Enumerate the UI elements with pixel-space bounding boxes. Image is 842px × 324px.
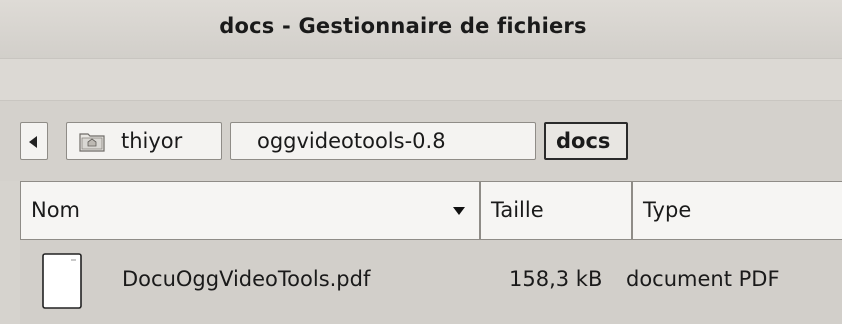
home-folder-icon [79, 133, 105, 152]
pdf-document-icon [42, 253, 82, 309]
file-manager-window: docs - Gestionnaire de fichiers thiyor o… [0, 0, 842, 324]
file-row[interactable]: DocuOggVideoTools.pdf 158,3 kB document … [20, 240, 842, 324]
column-header-name-label: Nom [31, 198, 81, 222]
column-header-name[interactable]: Nom [20, 181, 480, 240]
file-size: 158,3 kB [509, 267, 603, 291]
file-name: DocuOggVideoTools.pdf [122, 267, 371, 291]
scroll-left-button[interactable] [20, 122, 48, 160]
breadcrumb-docs-label: docs [556, 129, 611, 153]
breadcrumb-home-label: thiyor [121, 129, 183, 153]
column-header-row: Nom Taille Type [20, 181, 842, 240]
column-header-type[interactable]: Type [632, 181, 842, 240]
column-header-size-label: Taille [491, 198, 544, 222]
menu-bar [0, 59, 842, 101]
title-bar[interactable]: docs - Gestionnaire de fichiers [0, 0, 842, 59]
arrow-left-icon [29, 136, 37, 148]
sort-down-icon [453, 207, 465, 215]
column-header-size[interactable]: Taille [480, 181, 632, 240]
breadcrumb-oggvideotools[interactable]: oggvideotools-0.8 [230, 122, 536, 160]
breadcrumb-oggvideotools-label: oggvideotools-0.8 [257, 129, 446, 153]
file-type: document PDF [626, 267, 780, 291]
file-list: Nom Taille Type DocuOggVideoTools.pdf 15… [20, 181, 842, 324]
breadcrumb-home[interactable]: thiyor [66, 122, 222, 160]
column-header-type-label: Type [643, 198, 692, 222]
breadcrumb-docs[interactable]: docs [544, 122, 628, 160]
path-bar: thiyor oggvideotools-0.8 docs [0, 101, 842, 181]
window-title: docs - Gestionnaire de fichiers [219, 14, 587, 38]
